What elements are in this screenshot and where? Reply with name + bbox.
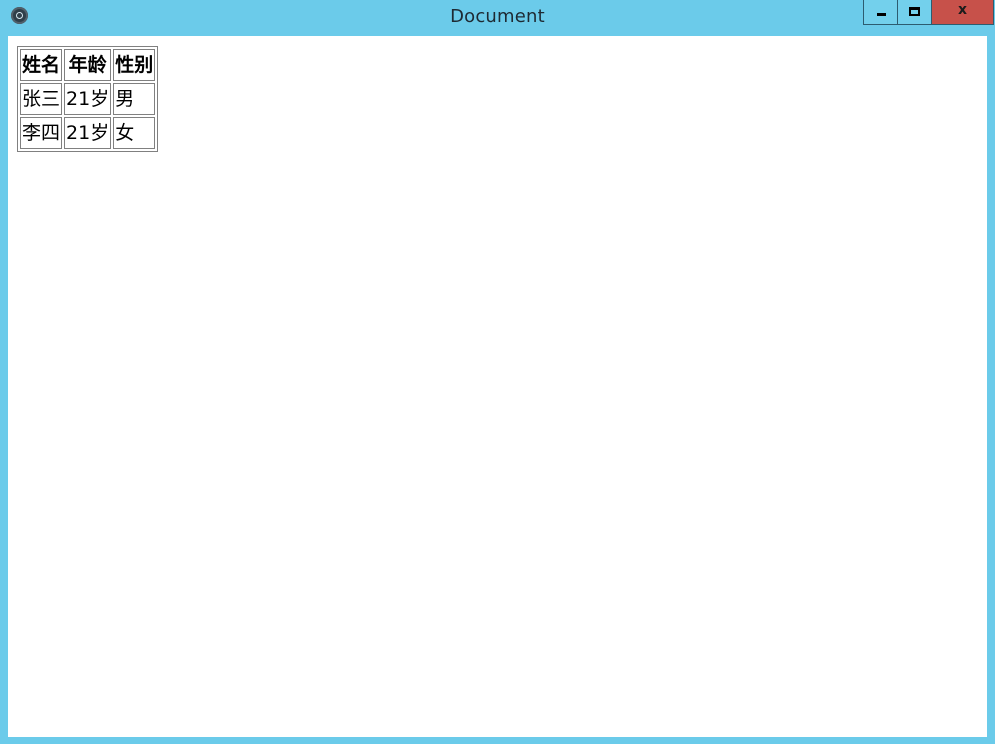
cell-age: 21岁 <box>64 83 112 115</box>
table-row: 张三 21岁 男 <box>20 83 156 115</box>
table-header-row: 姓名 年龄 性别 <box>20 49 156 81</box>
cell-age: 21岁 <box>64 117 112 149</box>
page-content: 姓名 年龄 性别 张三 21岁 男 李四 21岁 女 <box>8 36 987 737</box>
window-controls: x <box>863 0 994 25</box>
close-button[interactable]: x <box>931 0 994 25</box>
window-title: Document <box>450 6 545 27</box>
table-row: 李四 21岁 女 <box>20 117 156 149</box>
cell-gender: 男 <box>113 83 156 115</box>
maximize-icon <box>909 7 920 16</box>
minimize-icon <box>877 13 886 16</box>
column-header-name: 姓名 <box>20 49 63 81</box>
cell-gender: 女 <box>113 117 156 149</box>
cell-name: 张三 <box>20 83 63 115</box>
title-bar[interactable]: Document x <box>0 0 995 35</box>
app-window: Document x 姓名 年龄 性别 张三 21岁 男 李四 21岁 女 <box>0 0 995 744</box>
cell-name: 李四 <box>20 117 63 149</box>
data-table: 姓名 年龄 性别 张三 21岁 男 李四 21岁 女 <box>17 46 159 152</box>
close-icon: x <box>957 2 968 18</box>
column-header-age: 年龄 <box>64 49 112 81</box>
minimize-button[interactable] <box>863 0 897 25</box>
maximize-button[interactable] <box>897 0 931 25</box>
column-header-gender: 性别 <box>113 49 156 81</box>
